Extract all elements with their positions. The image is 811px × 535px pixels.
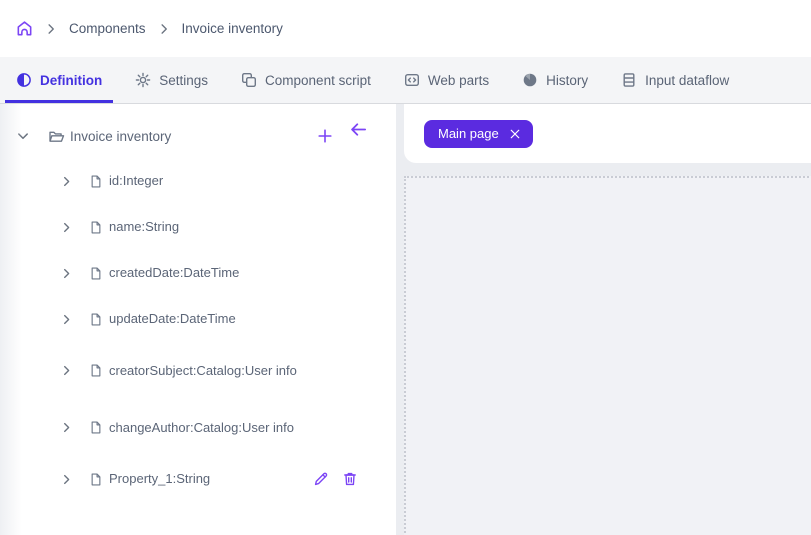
delete-property-button[interactable] [342,471,358,487]
tab-label: Web parts [428,73,489,88]
chevron-right-icon [45,23,57,35]
tree-item-label: creatorSubject:Catalog:User info [109,361,297,381]
document-icon [89,174,103,189]
chevron-right-icon[interactable] [60,175,73,188]
tab-label: Input dataflow [645,73,729,88]
tab-label: History [546,73,588,88]
main-page-chip[interactable]: Main page [424,120,533,148]
tree-item-label: createdDate:DateTime [109,263,239,283]
tree-root-label: Invoice inventory [70,129,171,144]
tree-item-changeAuthor[interactable]: changeAuthor:Catalog:User info [0,399,396,456]
document-icon [89,420,103,435]
close-icon[interactable] [509,128,521,140]
component-icon [241,72,257,88]
tab-component-script[interactable]: Component script [230,57,382,103]
history-icon [522,72,538,88]
tab-input-dataflow[interactable]: Input dataflow [610,57,740,103]
tree-item-label: id:Integer [109,171,163,191]
tree-item-creatorSubject[interactable]: creatorSubject:Catalog:User info [0,342,396,399]
folder-open-icon [48,128,65,145]
chevron-down-icon[interactable] [16,129,30,143]
edit-property-button[interactable] [313,471,329,487]
web-parts-icon [404,72,420,88]
document-icon [89,312,103,327]
document-icon [89,472,103,487]
collapse-panel-arrow-button[interactable] [349,120,368,139]
app-window: Components Invoice inventory Definition [0,0,811,535]
document-icon [89,220,103,235]
gear-icon [135,72,151,88]
tab-label: Definition [40,73,102,88]
add-property-button[interactable] [317,128,333,144]
chevron-right-icon [158,23,170,35]
tree-item-property-1[interactable]: Property_1:String [0,456,396,502]
chevron-right-icon[interactable] [60,364,73,377]
tab-bar: Definition Settings Component script [0,57,811,104]
home-icon[interactable] [16,20,33,37]
definition-tree-panel: Invoice inventory id:Int [0,104,396,535]
tab-web-parts[interactable]: Web parts [393,57,500,103]
tab-definition[interactable]: Definition [5,57,113,103]
contrast-icon [16,72,32,88]
tree-item-createdDate[interactable]: createdDate:DateTime [0,250,396,296]
tree-item-label: changeAuthor:Catalog:User info [109,418,294,438]
chevron-right-icon[interactable] [60,267,73,280]
chevron-right-icon[interactable] [60,473,73,486]
tree-item-updateDate[interactable]: updateDate:DateTime [0,296,396,342]
breadcrumb-item-components[interactable]: Components [69,21,146,36]
chevron-right-icon[interactable] [60,221,73,234]
tree-item-name[interactable]: name:String [0,204,396,250]
tree-item-label: name:String [109,217,179,237]
main-area: Invoice inventory id:Int [0,104,811,535]
canvas-area: Main page [404,104,811,535]
tab-settings[interactable]: Settings [124,57,219,103]
document-icon [89,363,103,378]
canvas-dropzone[interactable] [404,176,811,535]
breadcrumb: Components Invoice inventory [0,0,811,57]
document-icon [89,266,103,281]
tree-item-label: updateDate:DateTime [109,309,236,329]
tab-label: Settings [159,73,208,88]
tree-item-label: Property_1:String [109,469,210,489]
breadcrumb-item-current: Invoice inventory [182,21,283,36]
tab-history[interactable]: History [511,57,599,103]
page-chips-bar: Main page [404,104,811,163]
chevron-right-icon[interactable] [60,421,73,434]
chevron-right-icon[interactable] [60,313,73,326]
dataflow-icon [621,72,637,88]
tree-root-row[interactable]: Invoice inventory [0,114,396,158]
tree-item-id[interactable]: id:Integer [0,158,396,204]
tab-label: Component script [265,73,371,88]
chip-label: Main page [438,126,499,141]
